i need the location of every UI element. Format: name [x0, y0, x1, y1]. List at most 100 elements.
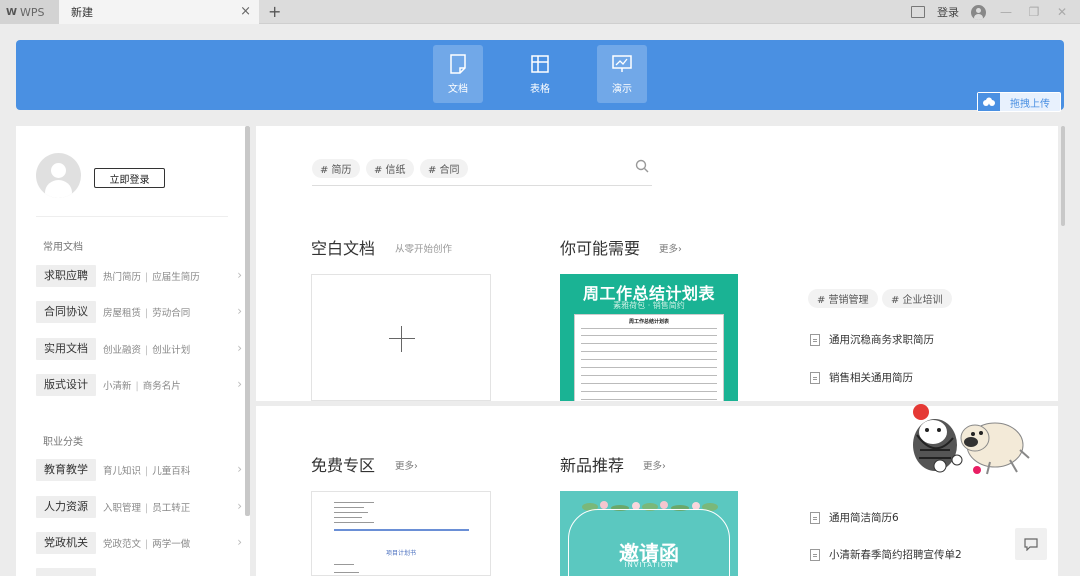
sheet-title: 周工作总结计划表: [628, 319, 669, 325]
weekly-plan-template[interactable]: 周工作总结计划表 素雅荷包 · 销售简约 周工作总结计划表: [560, 274, 738, 401]
link[interactable]: 员工转正: [152, 503, 190, 514]
sidebar: 立即登录 常用文档 求职应聘 热门简历 | 应届生简历 › 合同协议 房屋租赁 | 劳动…: [16, 126, 250, 576]
nav-document[interactable]: 文档: [433, 45, 483, 103]
tab-wps[interactable]: W WPS: [0, 0, 59, 24]
template-search[interactable]: # 简历 # 信纸 # 合同: [312, 156, 652, 186]
search-tag[interactable]: # 简历: [312, 159, 360, 178]
doc-link-label: 小清新春季简约招聘宣传单2: [829, 549, 962, 561]
tag-marketing[interactable]: # 营销管理: [808, 289, 878, 308]
drag-upload-button[interactable]: 拖拽上传: [977, 92, 1061, 112]
chevron-right-icon[interactable]: ›: [237, 341, 242, 355]
link[interactable]: 儿童百科: [152, 466, 190, 477]
free-template-card[interactable]: 项目计划书: [311, 491, 491, 576]
chevron-right-icon[interactable]: ›: [237, 268, 242, 282]
document-icon: [810, 333, 820, 346]
link[interactable]: 创业融资: [103, 345, 141, 356]
minimize-icon[interactable]: —: [998, 5, 1014, 19]
doc-link[interactable]: 小清新春季简约招聘宣传单2: [810, 547, 962, 562]
category-label-partial[interactable]: [36, 568, 96, 576]
plus-icon-vertical: [401, 326, 402, 352]
table-icon: [531, 54, 549, 73]
search-tag[interactable]: # 信纸: [366, 159, 414, 178]
tab-wps-label: WPS: [20, 5, 45, 19]
feedback-button[interactable]: [1015, 528, 1047, 560]
sidebar-row-job[interactable]: 求职应聘 热门简历 | 应届生简历 ›: [36, 265, 242, 287]
main-scrollbar[interactable]: [1061, 126, 1065, 226]
category-label[interactable]: 教育教学: [36, 459, 96, 481]
sidebar-divider: [36, 216, 228, 217]
section-career: 职业分类: [43, 437, 83, 448]
search-tag[interactable]: # 合同: [420, 159, 468, 178]
top-panel: # 简历 # 信纸 # 合同 空白文档 从零开始创作 你可能需要 更多› 周工作…: [256, 126, 1058, 401]
maximize-icon[interactable]: ❐: [1026, 5, 1042, 19]
doc-link-label: 销售相关通用简历: [829, 372, 913, 384]
link[interactable]: 党政范文: [103, 539, 141, 550]
sidebar-row-practical[interactable]: 实用文档 创业融资 | 创业计划 ›: [36, 338, 242, 360]
link[interactable]: 热门简历: [103, 272, 141, 283]
window-icon[interactable]: [911, 6, 925, 18]
link[interactable]: 劳动合同: [152, 308, 190, 319]
separator: |: [135, 381, 139, 392]
tab-close-icon[interactable]: ×: [240, 4, 251, 19]
link[interactable]: 创业计划: [152, 345, 190, 356]
blank-document-card[interactable]: [311, 274, 491, 401]
nav-table-label: 表格: [530, 83, 550, 95]
document-icon: [810, 511, 820, 524]
user-avatar-icon[interactable]: [971, 4, 986, 20]
chevron-right-icon[interactable]: ›: [237, 462, 242, 476]
close-window-icon[interactable]: ✕: [1054, 5, 1070, 19]
link[interactable]: 小清新: [103, 381, 132, 392]
link[interactable]: 房屋租赁: [103, 308, 141, 319]
login-now-button[interactable]: 立即登录: [94, 168, 165, 188]
nav-table[interactable]: 表格: [515, 45, 565, 103]
user-avatar[interactable]: [36, 153, 81, 198]
cloud-upload-icon: [978, 93, 1000, 111]
nav-presentation[interactable]: 演示: [597, 45, 647, 103]
new-items-more-link[interactable]: 更多›: [643, 458, 666, 472]
link[interactable]: 商务名片: [143, 381, 181, 392]
category-label[interactable]: 合同协议: [36, 301, 96, 323]
search-icon[interactable]: [635, 159, 649, 173]
chevron-right-icon[interactable]: ›: [237, 304, 242, 318]
sidebar-scrollbar[interactable]: [245, 126, 250, 516]
category-label[interactable]: 党政机关: [36, 532, 96, 554]
sidebar-row-layout[interactable]: 版式设计 小清新 | 商务名片 ›: [36, 374, 242, 396]
invitation-template[interactable]: 邀请函 INVITATION: [560, 491, 738, 576]
sidebar-row-education[interactable]: 教育教学 育儿知识 | 儿童百科 ›: [36, 459, 242, 481]
doc-link[interactable]: 销售相关通用简历: [810, 370, 913, 385]
chevron-right-icon[interactable]: ›: [237, 377, 242, 391]
category-label[interactable]: 求职应聘: [36, 265, 96, 287]
nav-document-label: 文档: [448, 83, 468, 95]
category-label[interactable]: 版式设计: [36, 374, 96, 396]
suggest-more-link[interactable]: 更多›: [659, 241, 682, 255]
category-label[interactable]: 实用文档: [36, 338, 96, 360]
title-bar: W WPS 新建 × + 登录 — ❐ ✕: [0, 0, 1080, 24]
category-label[interactable]: 人力资源: [36, 496, 96, 518]
sidebar-row-partial[interactable]: [36, 568, 236, 576]
link[interactable]: 应届生简历: [152, 272, 200, 283]
add-tab-icon[interactable]: +: [268, 2, 281, 21]
separator: |: [145, 272, 149, 283]
chevron-right-icon[interactable]: ›: [237, 535, 242, 549]
tab-new[interactable]: 新建 ×: [59, 0, 259, 24]
suggest-title: 你可能需要: [560, 239, 641, 258]
free-more-link[interactable]: 更多›: [395, 458, 418, 472]
doc-link[interactable]: 通用沉稳商务求职简历: [810, 332, 934, 347]
invitation-subtitle: INVITATION: [624, 561, 674, 569]
sidebar-row-hr[interactable]: 人力资源 入职管理 | 员工转正 ›: [36, 496, 242, 518]
cat-dog-mascot-icon: [913, 404, 1030, 475]
wps-logo-icon: W: [6, 6, 18, 18]
sidebar-row-contract[interactable]: 合同协议 房屋租赁 | 劳动合同 ›: [36, 301, 242, 323]
new-items-title: 新品推荐: [560, 456, 625, 475]
chevron-right-icon[interactable]: ›: [237, 499, 242, 513]
tag-training[interactable]: # 企业培训: [882, 289, 952, 308]
document-icon: [810, 371, 820, 384]
create-banner: 文档 表格 演示 拖拽上传: [16, 40, 1064, 112]
login-link[interactable]: 登录: [937, 4, 959, 20]
sidebar-row-gov[interactable]: 党政机关 党政范文 | 两学一做 ›: [36, 532, 242, 554]
doc-link[interactable]: 通用简洁简历6: [810, 510, 899, 525]
separator: |: [145, 503, 149, 514]
link[interactable]: 两学一做: [152, 539, 190, 550]
link[interactable]: 入职管理: [103, 503, 141, 514]
link[interactable]: 育儿知识: [103, 466, 141, 477]
